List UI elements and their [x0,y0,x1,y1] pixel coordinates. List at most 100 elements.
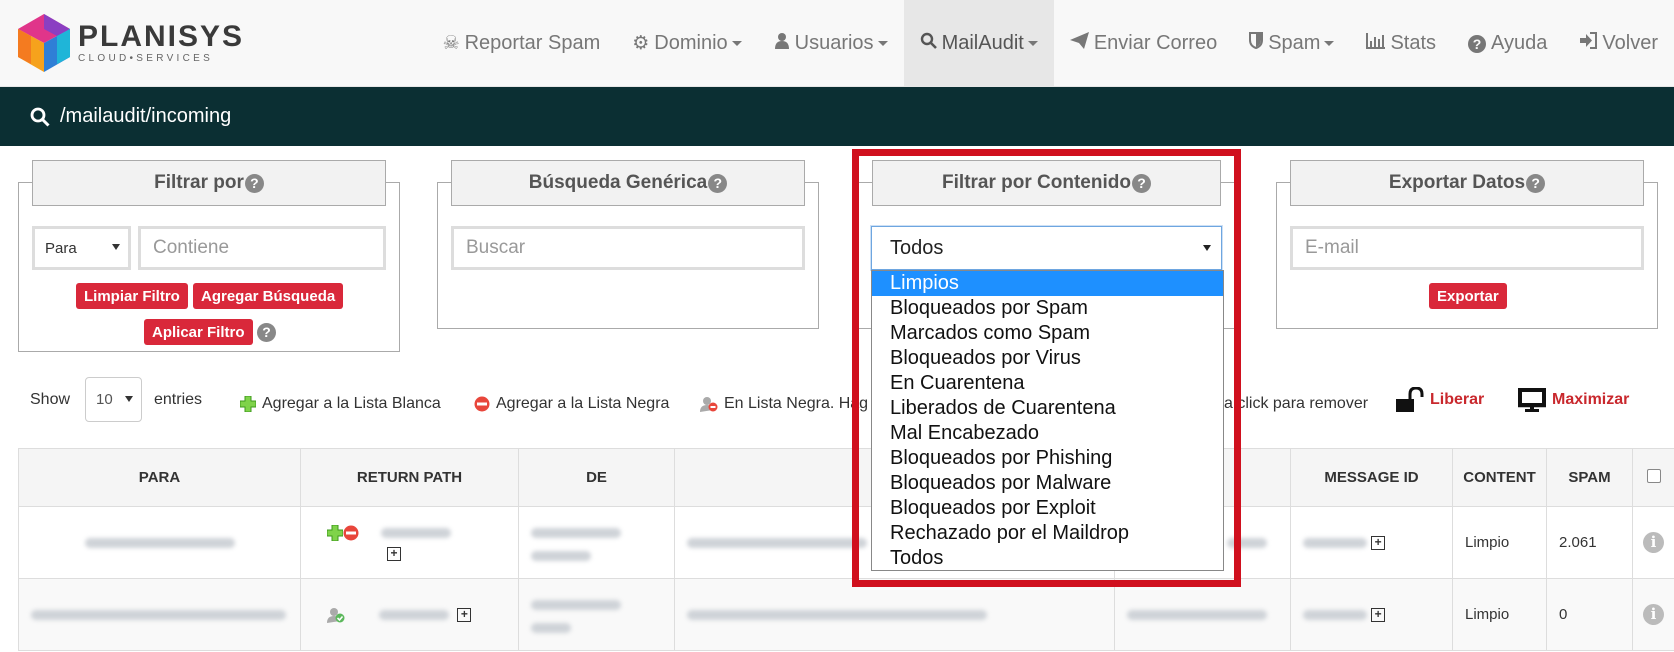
help-icon[interactable]: ? [244,173,264,193]
plus-icon [240,396,256,412]
filter-field-select[interactable]: Para [32,226,131,270]
user-icon [774,32,790,55]
help-icon[interactable]: ? [1526,173,1546,193]
cell-para [18,506,301,579]
export-email-input[interactable]: E-mail [1290,226,1644,270]
select-all-checkbox[interactable] [1646,468,1661,483]
info-icon[interactable]: i [1643,604,1664,625]
option-marcados-spam[interactable]: Marcados como Spam [872,321,1223,346]
generic-search-panel: Búsqueda Genérica? Buscar [437,160,819,329]
option-liberados-cuarentena[interactable]: Liberados de Cuarentena [872,396,1223,421]
minus-circle-icon[interactable] [343,525,359,541]
cell-info: i [1632,578,1674,651]
export-panel: Exportar Datos? E-mail Exportar [1276,160,1658,329]
legend-in-blacklist: En Lista Negra. Hag [700,379,868,429]
paper-plane-icon [1069,32,1089,55]
cell-return-path: + [300,506,519,579]
nav-stats[interactable]: Stats [1350,0,1452,87]
option-limpios[interactable]: Limpios [872,271,1223,296]
redacted-text [84,538,235,549]
nav-volver[interactable]: Volver [1563,0,1674,87]
nav-mailaudit[interactable]: MailAudit [903,0,1054,87]
nav-ayuda[interactable]: ? Ayuda [1452,0,1563,87]
col-de[interactable]: DE [518,448,675,507]
option-en-cuarentena[interactable]: En Cuarentena [872,371,1223,396]
cell-info: i [1632,506,1674,579]
monitor-icon [1518,388,1546,412]
legend-blacklist: Agregar a la Lista Negra [474,379,669,429]
expand-icon[interactable]: + [387,547,401,562]
plus-icon[interactable] [326,524,344,542]
redacted-text [31,610,286,621]
nav-reportar-spam[interactable]: ☠ Reportar Spam [427,0,617,87]
redacted-text [531,600,621,611]
cell-de [518,578,675,651]
export-panel-title: Exportar Datos? [1290,160,1644,206]
redacted-text [1303,610,1367,621]
generic-search-input[interactable]: Buscar [451,226,805,270]
expand-icon[interactable]: + [1371,536,1386,551]
sign-out-icon [1579,32,1598,55]
cell-spam: 0 [1546,578,1633,651]
filter-panel-title: Filtrar por? [32,160,386,206]
planisys-cube-icon [18,14,70,72]
help-icon[interactable]: ? [257,323,276,342]
legend-remove-tail: a click para remover [1224,395,1369,412]
entries-select[interactable]: 10 [85,377,142,422]
nav-usuarios[interactable]: Usuarios [758,0,904,87]
option-mal-encabezado[interactable]: Mal Encabezado [872,421,1223,446]
add-search-button[interactable]: Agregar Búsqueda [193,283,344,309]
entries-label: entries [154,391,203,408]
option-todos[interactable]: Todos [872,546,1223,571]
redacted-text [1303,538,1367,549]
cell-content: Limpio [1452,506,1547,579]
caret-down-icon [125,396,133,402]
generic-search-title: Búsqueda Genérica? [451,160,805,206]
nav-spam[interactable]: Spam [1233,0,1350,87]
caret-down-icon [877,41,888,46]
option-bloqueados-virus[interactable]: Bloqueados por Virus [872,346,1223,371]
col-message-id[interactable]: MESSAGE ID [1290,448,1453,507]
info-icon[interactable]: i [1643,532,1664,553]
export-button[interactable]: Exportar [1429,283,1507,309]
gear-icon: ⚙ [632,33,650,54]
option-rechazado-maildrop[interactable]: Rechazado por el Maildrop [872,521,1223,546]
cell-return-path: + [300,578,519,651]
col-content[interactable]: CONTENT [1452,448,1547,507]
filter-contains-input[interactable]: Contiene [138,226,386,270]
col-para[interactable]: PARA [18,448,301,507]
caret-down-icon [1324,41,1335,46]
option-bloqueados-exploit[interactable]: Bloqueados por Exploit [872,496,1223,521]
expand-icon[interactable]: + [457,608,472,623]
expand-icon[interactable]: + [1371,608,1386,623]
option-bloqueados-phishing[interactable]: Bloqueados por Phishing [872,446,1223,471]
col-spam[interactable]: SPAM [1546,448,1633,507]
maximize-link[interactable]: Maximizar [1518,375,1629,425]
brand-subtitle: CLOUD•SERVICES [78,52,214,64]
apply-filter-button[interactable]: Aplicar Filtro [144,319,253,345]
redacted-text [1127,610,1267,621]
clear-filter-button[interactable]: Limpiar Filtro [76,283,188,309]
col-return-path[interactable]: RETURN PATH [300,448,519,507]
option-bloqueados-spam[interactable]: Bloqueados por Spam [872,296,1223,321]
brand-name: PLANISYS [78,19,245,53]
user-blocked-icon [700,397,718,412]
table-row[interactable]: + + Limpio 0 i [18,578,1674,651]
minus-circle-icon [474,396,490,412]
nav-enviar-correo[interactable]: Enviar Correo [1054,0,1233,87]
caret-down-icon [112,244,120,250]
skull-icon: ☠ [442,33,460,54]
table-row[interactable]: + + Limpio 2.061 i [18,506,1674,579]
path-bar: /mailaudit/incoming [0,87,1674,146]
content-filter-select[interactable]: Todos [871,226,1222,270]
brand-logo[interactable]: PLANISYS CLOUD•SERVICES [16,12,244,74]
user-whitelisted-icon[interactable] [327,607,345,624]
help-icon[interactable]: ? [1131,173,1151,193]
table-header: PARA RETURN PATH DE A MESSAGE ID CONTENT… [18,448,1674,507]
option-bloqueados-malware[interactable]: Bloqueados por Malware [872,471,1223,496]
help-icon[interactable]: ? [708,173,728,193]
nav-dominio[interactable]: ⚙ Dominio [616,0,757,87]
release-link[interactable]: Liberar [1396,375,1484,425]
unlock-icon [1396,387,1424,412]
redacted-text [1227,538,1267,549]
